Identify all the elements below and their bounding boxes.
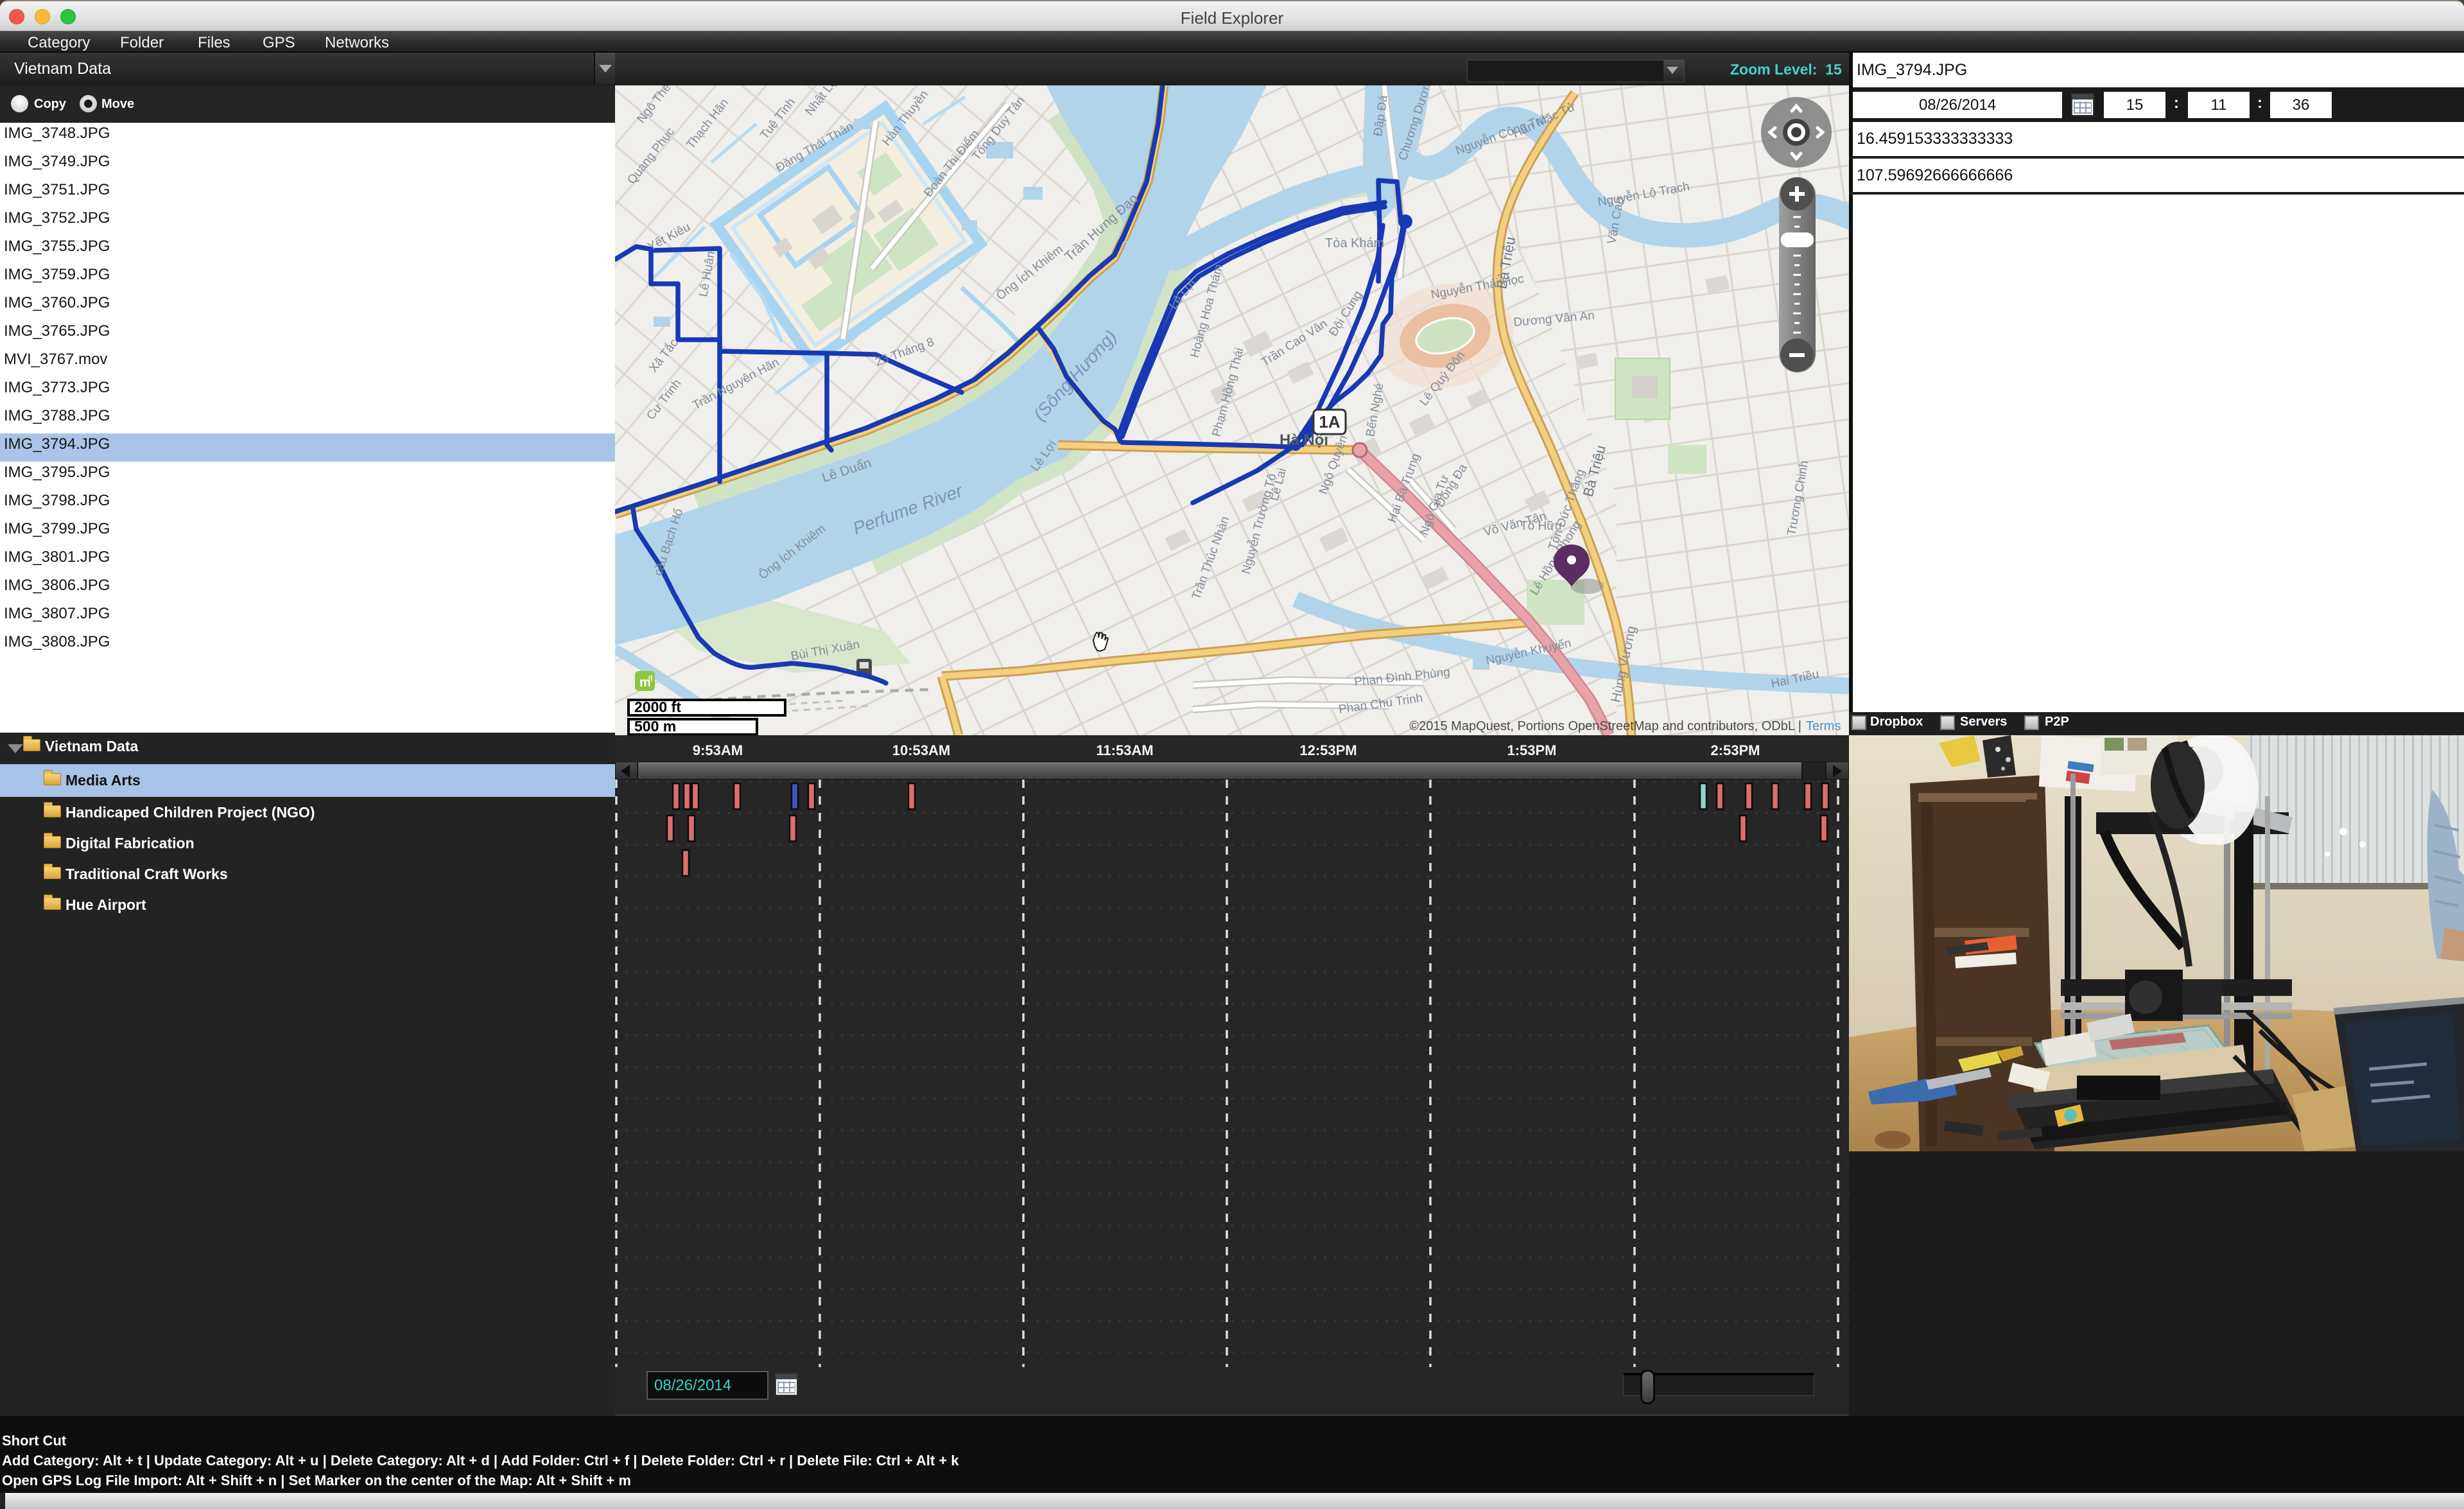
svg-text:©2015 MapQuest, Portions Open: ©2015 MapQuest, Portions OpenStreetMap a… bbox=[1409, 719, 1801, 733]
svg-text:2000 ft: 2000 ft bbox=[634, 699, 681, 715]
svg-text:500 m: 500 m bbox=[634, 718, 676, 735]
svg-text:Terms: Terms bbox=[1806, 719, 1841, 733]
svg-text:Tòa Khám: Tòa Khám bbox=[1325, 236, 1384, 250]
svg-text:Hà Nội: Hà Nội bbox=[1280, 432, 1328, 449]
svg-text:q: q bbox=[648, 674, 653, 681]
svg-text:1A: 1A bbox=[1319, 412, 1340, 432]
